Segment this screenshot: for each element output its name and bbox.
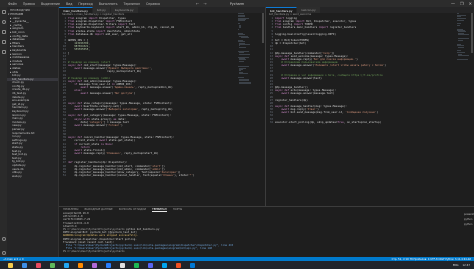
window-controls: — ❐ ✕ — [451, 0, 472, 7]
minimap-line — [238, 73, 249, 75]
source-control-icon[interactable] — [1, 30, 6, 34]
explorer-sidebar: ПРОВОДНИК ▾ PYCHARM ▸ .venv ▸ __pycache__ ▸… — [7, 7, 59, 257]
code-text: dp = Dispatcher(bot) — [275, 42, 307, 46]
minimap-line — [457, 55, 469, 57]
right-scrollbar[interactable] — [471, 13, 473, 53]
panel-tab[interactable]: КОНСОЛЬ ОТЛАДКИ — [119, 208, 146, 211]
run-debug-icon[interactable] — [1, 40, 6, 44]
code-line: 34 executor.start_polling(dp, skip_update… — [266, 121, 454, 124]
minimap-line — [238, 82, 251, 84]
explorer-file[interactable]: web.py — [7, 175, 58, 179]
code-text: await message.answer('Админ-панель', rep… — [80, 86, 173, 90]
taskbar-app-icon[interactable] — [78, 262, 83, 268]
code-text: await bot.send_message(msg.from_user.id,… — [281, 111, 379, 115]
minimap-line — [457, 34, 470, 36]
panel-tab[interactable]: ПРОБЛЕМЫ — [63, 208, 78, 211]
bottom-panel: ПРОБЛЕМЫ ВЫХОДНЫЕ ДАННЫЕ КОНСОЛЬ ОТЛАДКИ ТЕ… — [59, 206, 474, 257]
taskbar-app-icon[interactable] — [92, 262, 97, 268]
panel-tab[interactable]: ТЕРМИНАЛ — [152, 208, 167, 212]
code-text: dp.register_message_handler(cancel_handl… — [68, 174, 195, 178]
minimize-icon[interactable]: — — [451, 1, 455, 6]
taskbar-app-icon[interactable] — [190, 262, 195, 268]
left-scrollbar[interactable] — [262, 13, 264, 43]
minimap-line — [238, 20, 245, 22]
taskbar-app-icon[interactable] — [50, 262, 55, 268]
code-text: await message.answer(text) — [281, 76, 322, 80]
taskbar-app-icon[interactable] — [64, 262, 69, 268]
line-number: 51 — [62, 174, 66, 178]
os-taskbar: ENG 12:47 — [0, 261, 474, 269]
code-text: executor.start_polling(dp, skip_updates=… — [275, 120, 382, 124]
taskbar-apps — [8, 262, 195, 268]
terminal-line: PS C:\Users\User\PycharmProjects\pycharm… — [63, 250, 470, 253]
code-line: 51 dp.register_message_handler(cancel_ha… — [59, 174, 237, 177]
code-text: await message.answer('Готово!') — [74, 123, 123, 127]
minimap-line — [457, 49, 461, 51]
system-tray: ENG 12:47 — [453, 264, 470, 267]
minimap-line — [239, 46, 247, 48]
terminal-instance[interactable]: python — [464, 223, 472, 226]
extensions-icon[interactable] — [1, 50, 6, 54]
code-text: await message.answer(message.text) — [281, 92, 335, 96]
taskbar-app-icon[interactable] — [134, 262, 139, 268]
window-title: Pycharm — [229, 1, 245, 6]
code-text: logging.basicConfig(level=logging.INFO) — [275, 32, 336, 36]
maximize-icon[interactable]: ❐ — [460, 1, 464, 6]
code-text: await message.answer('Нет доступа') — [80, 92, 136, 96]
taskbar-app-icon[interactable] — [8, 262, 13, 268]
activity-bar — [0, 7, 7, 257]
terminal-instance[interactable]: powershell — [464, 213, 474, 216]
code-text: 555555555, — [74, 48, 90, 52]
minimap-line — [457, 17, 466, 19]
minimap-line — [238, 27, 241, 29]
panel-tab[interactable]: ПОРТЫ — [173, 208, 182, 211]
code-text: register_handlers(dp) — [275, 98, 308, 102]
taskbar-app-icon[interactable] — [162, 262, 167, 268]
clock[interactable]: 12:47 — [463, 264, 470, 267]
minimap-line — [457, 59, 469, 61]
explorer-tree: ▾ PYCHARM ▸ .venv ▸ __pycache__ ▸ _cache_ ▸ … — [7, 13, 58, 178]
terminal-prompt: PS C:\Users\User\PycharmProjects\pycharm… — [63, 250, 127, 254]
minimap-line — [241, 37, 249, 39]
taskbar-app-icon[interactable] — [22, 262, 27, 268]
minimap-line — [457, 46, 464, 48]
terminal-instance[interactable]: python — [464, 218, 472, 221]
account-icon[interactable] — [1, 237, 6, 241]
left-minimap[interactable] — [238, 13, 251, 84]
minimap-line — [239, 43, 251, 45]
taskbar-app-icon[interactable] — [148, 262, 153, 268]
settings-icon[interactable] — [1, 251, 6, 255]
minimap-line — [457, 20, 464, 22]
terminal-list: powershell python python — [464, 213, 474, 226]
left-code-editor[interactable]: 1 from aiogram import Dispatcher, types 2 f… — [59, 17, 237, 206]
search-icon[interactable] — [1, 20, 6, 24]
minimap-line — [457, 24, 461, 26]
terminal-output[interactable]: aiosqlite==0.19.0 attrs==23.1.0 certifi==2… — [59, 212, 474, 253]
panel-tab[interactable]: ВЫХОДНЫЕ ДАННЫЕ — [84, 208, 112, 211]
taskbar-app-icon[interactable] — [120, 262, 125, 268]
close-icon[interactable]: ✕ — [469, 1, 472, 6]
code-text: reply_markup=start_kb) — [68, 70, 142, 74]
explorer-icon[interactable] — [1, 10, 6, 14]
code-text: await message.reply('Отменено', reply_ma… — [74, 152, 159, 156]
code-text: from handlers.main_handlers import regis… — [275, 26, 357, 30]
code-text: await message.answer('Напишите /start чт… — [281, 64, 386, 68]
code-text: from database.db import add_user, get_al… — [68, 32, 133, 36]
taskbar-app-icon[interactable] — [106, 262, 111, 268]
taskbar-app-icon[interactable] — [176, 262, 181, 268]
title-bar: Файл Правка Выделение Вид Переход Выполнить Те… — [0, 0, 474, 7]
line-number: 34 — [269, 120, 273, 124]
right-code-editor[interactable]: 1 import logging 2 from aiogram import Bot,… — [266, 17, 454, 206]
minimap-line — [457, 39, 463, 41]
code-text: await message.answer('Выберите категорию… — [74, 108, 173, 112]
minimap-line — [238, 60, 245, 62]
language-indicator[interactable]: ENG — [453, 264, 459, 267]
taskbar-app-icon[interactable] — [36, 262, 41, 268]
right-minimap[interactable] — [457, 13, 470, 73]
minimap-line — [238, 53, 250, 55]
code-text: ] — [68, 51, 70, 55]
